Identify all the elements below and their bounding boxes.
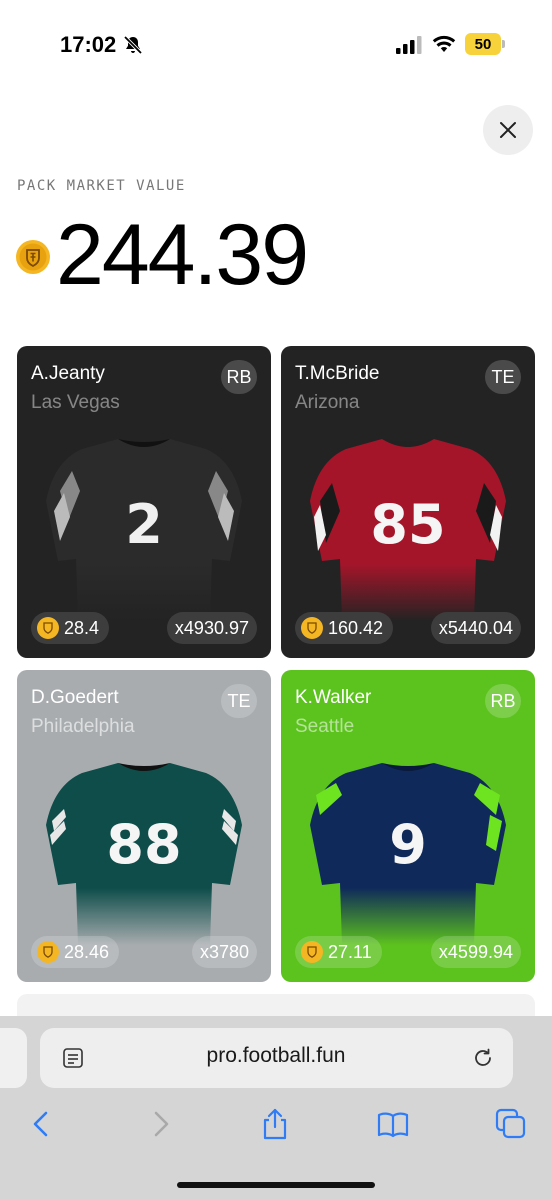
bookmarks-icon[interactable]: [376, 1107, 410, 1141]
forward-icon[interactable]: [143, 1107, 177, 1141]
price-pill: 27.11: [295, 936, 382, 968]
bell-slash-icon: [123, 35, 143, 55]
battery-level: 50: [474, 35, 492, 53]
url-text[interactable]: pro.football.fun: [0, 1044, 552, 1068]
price-value: 27.11: [328, 941, 372, 962]
player-name: T.McBride: [295, 363, 380, 384]
back-icon[interactable]: [25, 1107, 59, 1141]
wifi-icon: [432, 35, 456, 52]
shield-coin-icon: [37, 617, 59, 639]
multiplier-pill: x3780: [191, 936, 257, 968]
position-badge: RB: [485, 684, 521, 718]
pack-market-value: 244.39: [56, 207, 309, 303]
position-badge: RB: [221, 360, 257, 394]
signal-icon: [396, 36, 422, 54]
player-card-walker[interactable]: K.Walker Seattle RB 9 27.11 x4599.94: [281, 670, 535, 982]
status-time: 17:02: [60, 32, 117, 57]
position-badge: TE: [221, 684, 257, 718]
shield-coin-icon: [37, 941, 59, 963]
price-pill: 160.42: [295, 612, 394, 644]
pack-market-value-label: PACK MARKET VALUE: [17, 178, 186, 194]
price-value: 160.42: [328, 617, 384, 638]
close-button[interactable]: [483, 105, 533, 155]
shield-coin-icon: [16, 240, 50, 274]
battery-icon: 50: [465, 33, 501, 55]
position-badge: TE: [485, 360, 521, 394]
tabs-icon[interactable]: [494, 1107, 528, 1141]
team-name: Seattle: [295, 716, 355, 737]
team-name: Philadelphia: [31, 716, 135, 737]
home-indicator: [177, 1182, 375, 1188]
jersey-image: 85: [306, 431, 510, 621]
battery-tip: [502, 40, 505, 48]
jersey-image: 2: [42, 431, 246, 621]
jersey-image: 9: [306, 755, 510, 945]
price-value: 28.46: [64, 941, 110, 962]
player-card-goedert[interactable]: D.Goedert Philadelphia TE 88 28.46 x3780: [17, 670, 271, 982]
player-card-mcbride[interactable]: T.McBride Arizona TE 85 160.42 x5440.04: [281, 346, 535, 658]
price-value: 28.4: [64, 617, 100, 638]
status-bar: 17:02 50: [0, 0, 552, 90]
multiplier-pill: x4930.97: [166, 612, 257, 644]
shield-coin-icon: [301, 617, 323, 639]
price-pill: 28.4: [31, 612, 110, 644]
player-name: K.Walker: [295, 687, 372, 708]
share-icon[interactable]: [258, 1107, 292, 1141]
reload-icon[interactable]: [471, 1046, 495, 1070]
team-name: Las Vegas: [31, 392, 120, 413]
player-name: A.Jeanty: [31, 363, 105, 384]
shield-coin-icon: [301, 941, 323, 963]
multiplier-pill: x4599.94: [430, 936, 521, 968]
multiplier-pill: x5440.04: [430, 612, 521, 644]
player-card-jeanty[interactable]: A.Jeanty Las Vegas RB 2 28.4 x4930.97: [17, 346, 271, 658]
price-pill: 28.46: [31, 936, 120, 968]
team-name: Arizona: [295, 392, 360, 413]
player-name: D.Goedert: [31, 687, 119, 708]
close-icon: [500, 122, 516, 138]
jersey-image: 88: [42, 755, 246, 945]
